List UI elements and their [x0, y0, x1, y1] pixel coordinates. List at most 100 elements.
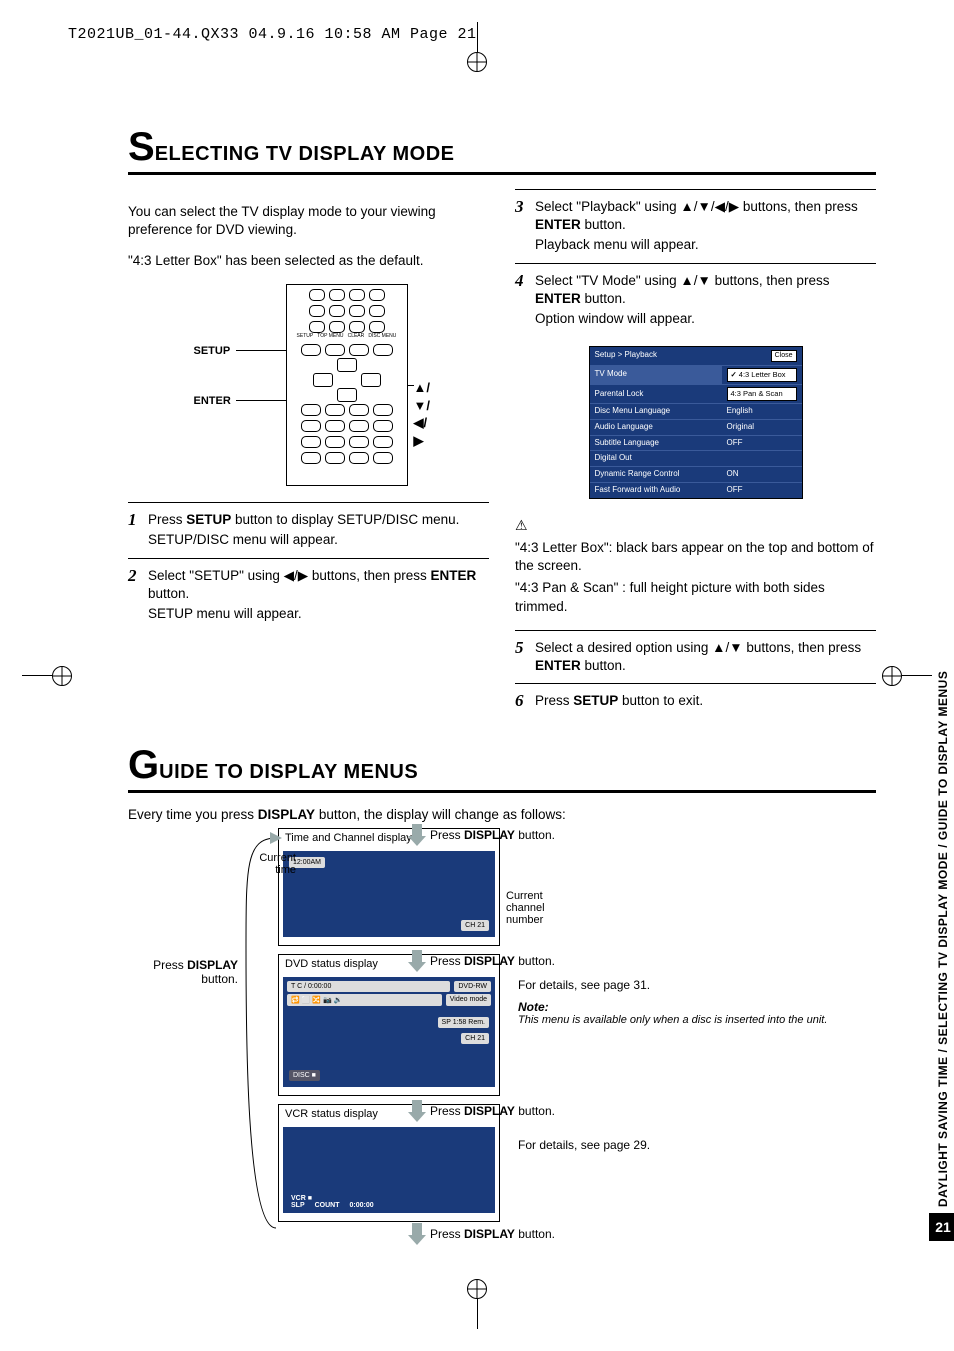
- step-body: Press SETUP button to display SETUP/DISC…: [148, 509, 459, 551]
- step-number: 4: [515, 270, 529, 331]
- osd-row: Disc Menu LanguageEnglish: [590, 404, 802, 420]
- osd-row: Fast Forward with AudioOFF: [590, 482, 802, 497]
- osd-close: Close: [771, 350, 797, 361]
- osd-row: Audio LanguageOriginal: [590, 419, 802, 435]
- step: 3Select "Playback" using ▲/▼/◀/▶ buttons…: [515, 189, 876, 263]
- step: 1 Press SETUP button to display SETUP/DIS…: [128, 502, 489, 557]
- osd-row: TV Mode 4:3 Letter Box: [590, 365, 802, 384]
- side-tab: DAYLIGHT SAVING TIME / SELECTING TV DISP…: [932, 521, 954, 1241]
- section-title-guide: GUIDE TO DISPLAY MENUS: [128, 743, 876, 793]
- osd-option: 4:3 Pan & Scan: [727, 387, 797, 401]
- down-arrow-icon-3: [408, 1100, 426, 1122]
- step-number: 5: [515, 637, 529, 677]
- remote-label-arrows: ▲/▼/◀/▶: [414, 379, 430, 449]
- remote-label-setup: SETUP: [194, 344, 231, 359]
- osd-key: Disc Menu Language: [590, 404, 722, 420]
- warning-icon: ⚠: [515, 517, 528, 533]
- side-tab-text: DAYLIGHT SAVING TIME / SELECTING TV DISP…: [936, 521, 950, 1213]
- crop-mark-right: [882, 666, 932, 686]
- loop-arrow-icon: [236, 828, 286, 1238]
- osd-playback-menu: Setup > Playback Close TV Mode4:3 Letter…: [589, 346, 803, 498]
- step-line: Select "TV Mode" using ▲/▼ buttons, then…: [535, 272, 876, 308]
- crop-mark-bottom: [467, 1279, 487, 1329]
- step-line: Press SETUP button to display SETUP/DISC…: [148, 511, 459, 529]
- section-title-big: S: [128, 125, 155, 169]
- step-number: 1: [128, 509, 142, 551]
- osd-key: Parental Lock: [590, 384, 722, 403]
- step-number: 2: [128, 565, 142, 626]
- osd-key: Subtitle Language: [590, 435, 722, 451]
- step-line: SETUP menu will appear.: [148, 605, 489, 623]
- press-display-4: Press DISPLAY button.: [430, 1227, 555, 1241]
- warning-line-1: "4:3 Letter Box": black bars appear on t…: [515, 539, 876, 575]
- guide-intro: Every time you press DISPLAY button, the…: [128, 807, 876, 822]
- dvd-osd-remaining: SP 1:58 Rem.: [438, 1017, 489, 1028]
- intro-line-2: "4:3 Letter Box" has been selected as th…: [128, 252, 489, 270]
- dvd-osd-line2b: Video mode: [446, 994, 491, 1006]
- guide-title-big: G: [128, 743, 159, 787]
- dvd-osd-line2a: 🔁 ⬜ 🔀 📷 🔉: [287, 994, 442, 1006]
- osd-option: 4:3 Letter Box: [727, 368, 797, 382]
- osd-key: TV Mode: [590, 365, 722, 384]
- step: 4Select "TV Mode" using ▲/▼ buttons, the…: [515, 263, 876, 337]
- dvd-details-note: For details, see page 31. Note: This men…: [518, 978, 896, 1026]
- remote-label-enter: ENTER: [194, 394, 231, 409]
- time-channel-block: Time and Channel display 12:00AM CH 21: [278, 828, 500, 946]
- osd-val: OFF: [722, 482, 802, 497]
- current-channel-label: Current channel number: [506, 890, 576, 926]
- down-arrow-icon-2: [408, 950, 426, 972]
- crop-mark-left: [22, 666, 72, 686]
- note-title: Note:: [518, 1000, 896, 1014]
- crop-mark-top: [467, 22, 487, 72]
- step-line: Select "Playback" using ▲/▼/◀/▶ buttons,…: [535, 198, 876, 234]
- dvd-osd-line1b: DVD-RW: [454, 981, 491, 992]
- dvd-status-block: DVD status display T C / 0:00:00 DVD-RW …: [278, 954, 500, 1096]
- step-line: Press SETUP button to exit.: [535, 692, 703, 710]
- vcr-line1: VCR ■: [291, 1195, 312, 1202]
- down-arrow-icon-1: [408, 824, 426, 846]
- step-body: Select "Playback" using ▲/▼/◀/▶ buttons,…: [535, 196, 876, 257]
- section-title-selecting: SELECTING TV DISPLAY MODE: [128, 125, 876, 175]
- warning-line-2: "4:3 Pan & Scan" : full height picture w…: [515, 579, 876, 615]
- current-channel-value: CH 21: [461, 920, 489, 931]
- press-display-2: Press DISPLAY button.: [430, 954, 555, 968]
- steps-right: 3Select "Playback" using ▲/▼/◀/▶ buttons…: [515, 189, 876, 336]
- step-line: Select a desired option using ▲/▼ button…: [535, 639, 876, 675]
- down-arrow-icon-4: [408, 1223, 426, 1245]
- step-line: SETUP/DISC menu will appear.: [148, 531, 459, 549]
- osd-row: Dynamic Range ControlON: [590, 467, 802, 483]
- dvd-osd-channel: CH 21: [461, 1033, 489, 1044]
- osd-key: Audio Language: [590, 419, 722, 435]
- step-body: Select a desired option using ▲/▼ button…: [535, 637, 876, 677]
- osd-row: Parental Lock 4:3 Pan & Scan: [590, 384, 802, 403]
- osd-val: English: [722, 404, 802, 420]
- press-display-1: Press DISPLAY button.: [430, 828, 555, 842]
- dvd-osd-line1a: T C / 0:00:00: [287, 981, 450, 992]
- steps-right-continued: 5Select a desired option using ▲/▼ butto…: [515, 630, 876, 719]
- osd-val: Original: [722, 419, 802, 435]
- osd-val: ON: [722, 467, 802, 483]
- step-number: 6: [515, 690, 529, 713]
- note-body: This menu is available only when a disc …: [518, 1014, 896, 1026]
- osd-val: 4:3 Pan & Scan: [722, 384, 802, 403]
- osd-key: Fast Forward with Audio: [590, 482, 722, 497]
- osd-row: Digital Out: [590, 451, 802, 467]
- step-number: 3: [515, 196, 529, 257]
- dvd-details: For details, see page 31.: [518, 978, 896, 992]
- prepress-header: T2021UB_01-44.QX33 04.9.16 10:58 AM Page…: [68, 26, 477, 43]
- step-line: Select "SETUP" using ◀/▶ buttons, then p…: [148, 567, 489, 603]
- vcr-time: 0:00:00: [350, 1202, 374, 1209]
- section-title-rest: ELECTING TV DISPLAY MODE: [155, 143, 455, 165]
- guide-title-rest: UIDE TO DISPLAY MENUS: [159, 761, 418, 783]
- step: 2Select "SETUP" using ◀/▶ buttons, then …: [128, 558, 489, 632]
- guide-diagram: Press DISPLAY button. Time and Channel d…: [128, 828, 876, 1238]
- step-line: Playback menu will appear.: [535, 236, 876, 254]
- osd-key: Dynamic Range Control: [590, 467, 722, 483]
- vcr-slp: SLP: [291, 1202, 305, 1209]
- step: 5Select a desired option using ▲/▼ butto…: [515, 630, 876, 683]
- step-body: Press SETUP button to exit.: [535, 690, 703, 713]
- vcr-count: COUNT: [315, 1202, 340, 1209]
- page-number: 21: [929, 1213, 954, 1241]
- osd-val: OFF: [722, 435, 802, 451]
- intro-line-1: You can select the TV display mode to yo…: [128, 203, 489, 239]
